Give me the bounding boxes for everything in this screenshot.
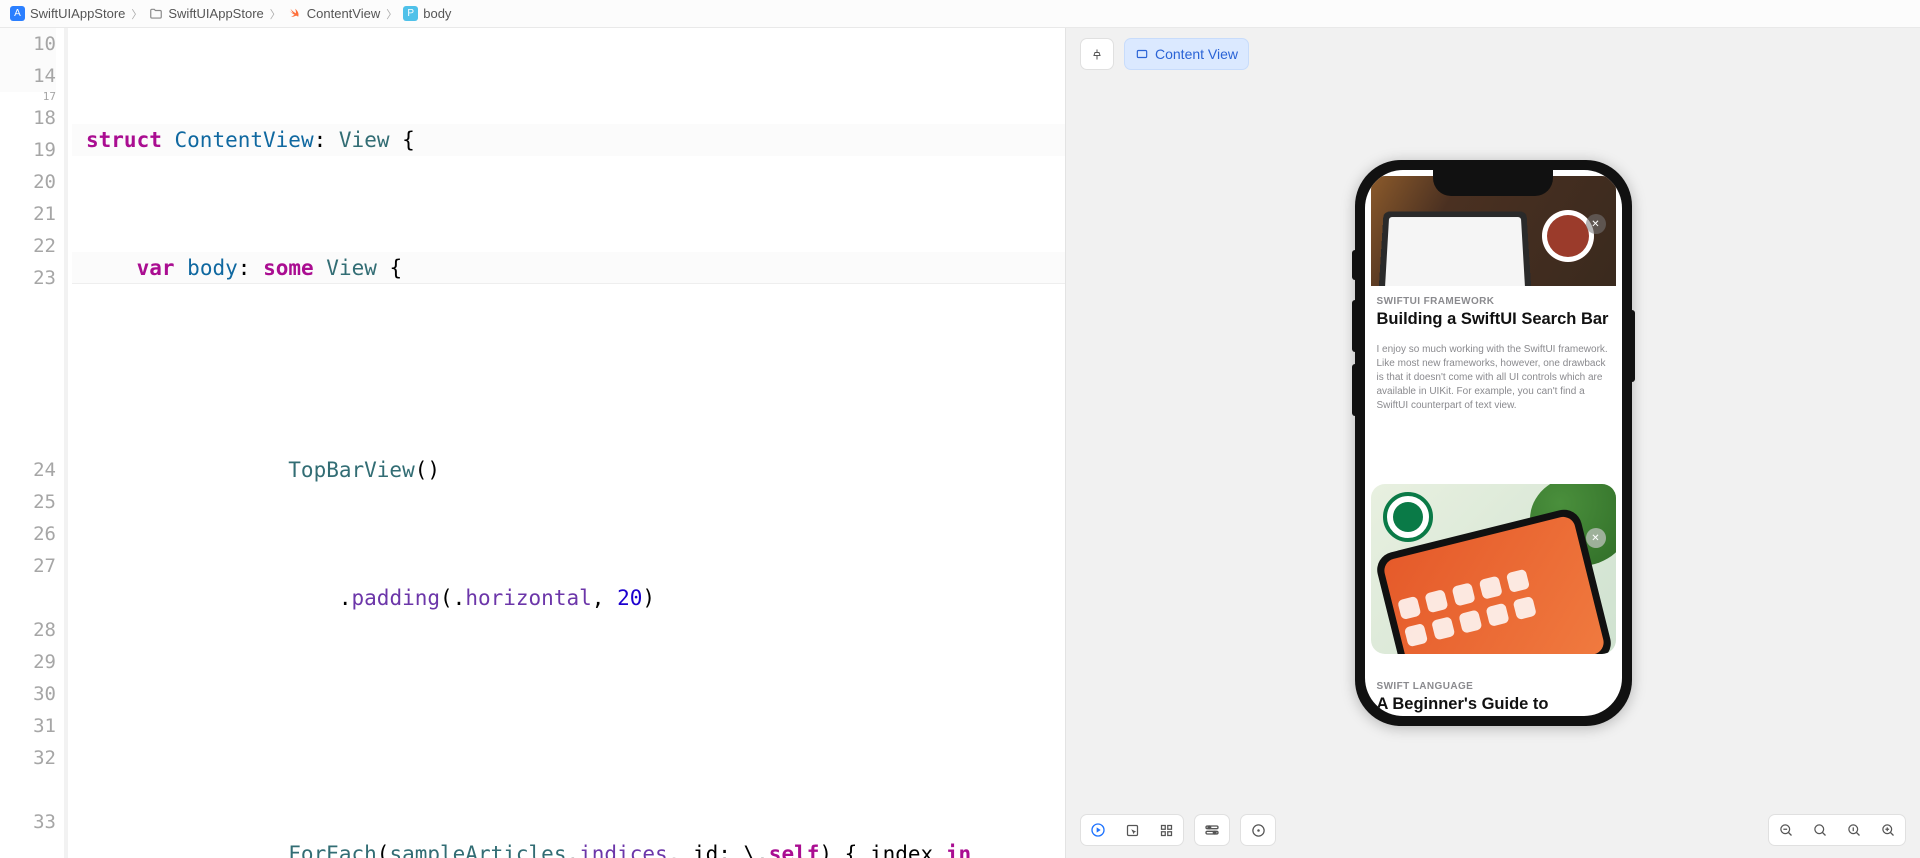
zoom-out-button[interactable]: [1769, 814, 1803, 846]
line-number: 23: [0, 262, 56, 454]
code-line[interactable]: ForEach(sampleArticles.indices, id: \.se…: [72, 838, 1065, 858]
zoom-in-button[interactable]: [1871, 814, 1905, 846]
line-number: 20: [0, 166, 56, 198]
device-settings-group: [1194, 814, 1230, 846]
preview-options-group: [1240, 814, 1276, 846]
rectangle-stack-icon: [1135, 47, 1149, 61]
line-gutter: 10 14 17 18 19 20 21 22 23 24 25 26 27 2…: [0, 28, 68, 858]
preview-canvas: Content View ✕ SWIFTUI FRAMEWORK: [1065, 28, 1920, 858]
breadcrumb-item-symbol[interactable]: P body: [403, 6, 451, 21]
zoom-100-icon: [1847, 823, 1862, 838]
line-number: 26: [0, 518, 56, 550]
line-number: 27: [0, 550, 56, 614]
zoom-out-icon: [1779, 823, 1794, 838]
code-line[interactable]: var body: some View {: [72, 252, 1065, 284]
zoom-fit-button[interactable]: [1803, 814, 1837, 846]
line-number: 29: [0, 646, 56, 678]
zoom-in-icon: [1881, 823, 1896, 838]
sliders-icon: [1204, 822, 1220, 838]
selectable-preview-button[interactable]: [1115, 814, 1149, 846]
article-headline: Building a SwiftUI Search Bar: [1377, 309, 1610, 329]
article-headline: A Beginner's Guide to: [1377, 694, 1610, 714]
article-card[interactable]: ✕ SWIFTUI FRAMEWORK Building a SwiftUI S…: [1371, 176, 1616, 413]
line-number: 22: [0, 230, 56, 262]
article-category: SWIFT LANGUAGE: [1377, 681, 1610, 692]
preview-chip[interactable]: Content View: [1124, 38, 1249, 70]
breadcrumb-item-folder[interactable]: SwiftUIAppStore: [148, 6, 263, 21]
breadcrumb-item-project[interactable]: A SwiftUIAppStore: [10, 6, 125, 21]
chevron-right-icon: 〉: [131, 6, 142, 22]
cursor-rect-icon: [1125, 823, 1140, 838]
preview-chip-label: Content View: [1155, 46, 1238, 62]
line-number: 24: [0, 454, 56, 486]
line-number: 17: [0, 92, 56, 102]
article-body: I enjoy so much working with the SwiftUI…: [1377, 343, 1610, 413]
preview-mode-group: [1080, 814, 1184, 846]
line-number: 30: [0, 678, 56, 710]
canvas-toolbar-top: Content View: [1066, 28, 1920, 80]
code-area[interactable]: struct ContentView: View { var body: som…: [72, 28, 1065, 858]
preview-options-button[interactable]: [1241, 814, 1275, 846]
close-icon[interactable]: ✕: [1586, 528, 1606, 548]
variants-preview-button[interactable]: [1149, 814, 1183, 846]
breadcrumb: A SwiftUIAppStore 〉 SwiftUIAppStore 〉 Co…: [0, 0, 1920, 28]
device-screen[interactable]: ✕ SWIFTUI FRAMEWORK Building a SwiftUI S…: [1365, 170, 1622, 716]
chevron-right-icon: 〉: [386, 6, 397, 22]
breadcrumb-label: body: [423, 6, 451, 21]
play-circle-icon: [1090, 822, 1106, 838]
code-line[interactable]: struct ContentView: View {: [72, 124, 1065, 156]
circle-grid-icon: [1251, 823, 1266, 838]
article-image: ✕: [1371, 484, 1616, 654]
line-number: 14: [0, 60, 56, 92]
breadcrumb-label: ContentView: [307, 6, 380, 21]
live-preview-button[interactable]: [1081, 814, 1115, 846]
pin-icon: [1091, 47, 1103, 62]
close-icon[interactable]: ✕: [1586, 214, 1606, 234]
line-number: 32: [0, 742, 56, 806]
line-number: 31: [0, 710, 56, 742]
line-number: 18: [0, 102, 56, 134]
app-icon: A: [10, 6, 25, 21]
canvas-body[interactable]: ✕ SWIFTUI FRAMEWORK Building a SwiftUI S…: [1066, 80, 1920, 806]
property-icon: P: [403, 6, 418, 21]
folder-icon: [148, 6, 163, 21]
grid-icon: [1159, 823, 1174, 838]
chevron-right-icon: 〉: [270, 6, 281, 22]
code-editor[interactable]: 10 14 17 18 19 20 21 22 23 24 25 26 27 2…: [0, 28, 1065, 858]
line-number: 28: [0, 614, 56, 646]
device-notch: [1433, 170, 1553, 196]
code-line[interactable]: TopBarView(): [72, 454, 1065, 486]
zoom-group: [1768, 814, 1906, 846]
line-number: 25: [0, 486, 56, 518]
article-category: SWIFTUI FRAMEWORK: [1377, 296, 1610, 307]
device-frame: ✕ SWIFTUI FRAMEWORK Building a SwiftUI S…: [1355, 160, 1632, 726]
canvas-toolbar-bottom: [1066, 806, 1920, 858]
pin-button[interactable]: [1080, 38, 1114, 70]
breadcrumb-item-file[interactable]: ContentView: [287, 6, 380, 21]
swift-icon: [287, 6, 302, 21]
code-line[interactable]: [72, 710, 1065, 742]
line-number: 19: [0, 134, 56, 166]
zoom-actual-button[interactable]: [1837, 814, 1871, 846]
breadcrumb-label: SwiftUIAppStore: [168, 6, 263, 21]
article-card[interactable]: ✕ SWIFT LANGUAGE A Beginner's Guide to: [1371, 484, 1616, 654]
code-line[interactable]: .padding(.horizontal, 20): [72, 582, 1065, 614]
zoom-fit-icon: [1813, 823, 1828, 838]
code-line[interactable]: [72, 348, 1065, 358]
line-number: 33: [0, 806, 56, 838]
device-settings-button[interactable]: [1195, 814, 1229, 846]
breadcrumb-label: SwiftUIAppStore: [30, 6, 125, 21]
line-number: 10: [0, 28, 56, 60]
line-number: 21: [0, 198, 56, 230]
